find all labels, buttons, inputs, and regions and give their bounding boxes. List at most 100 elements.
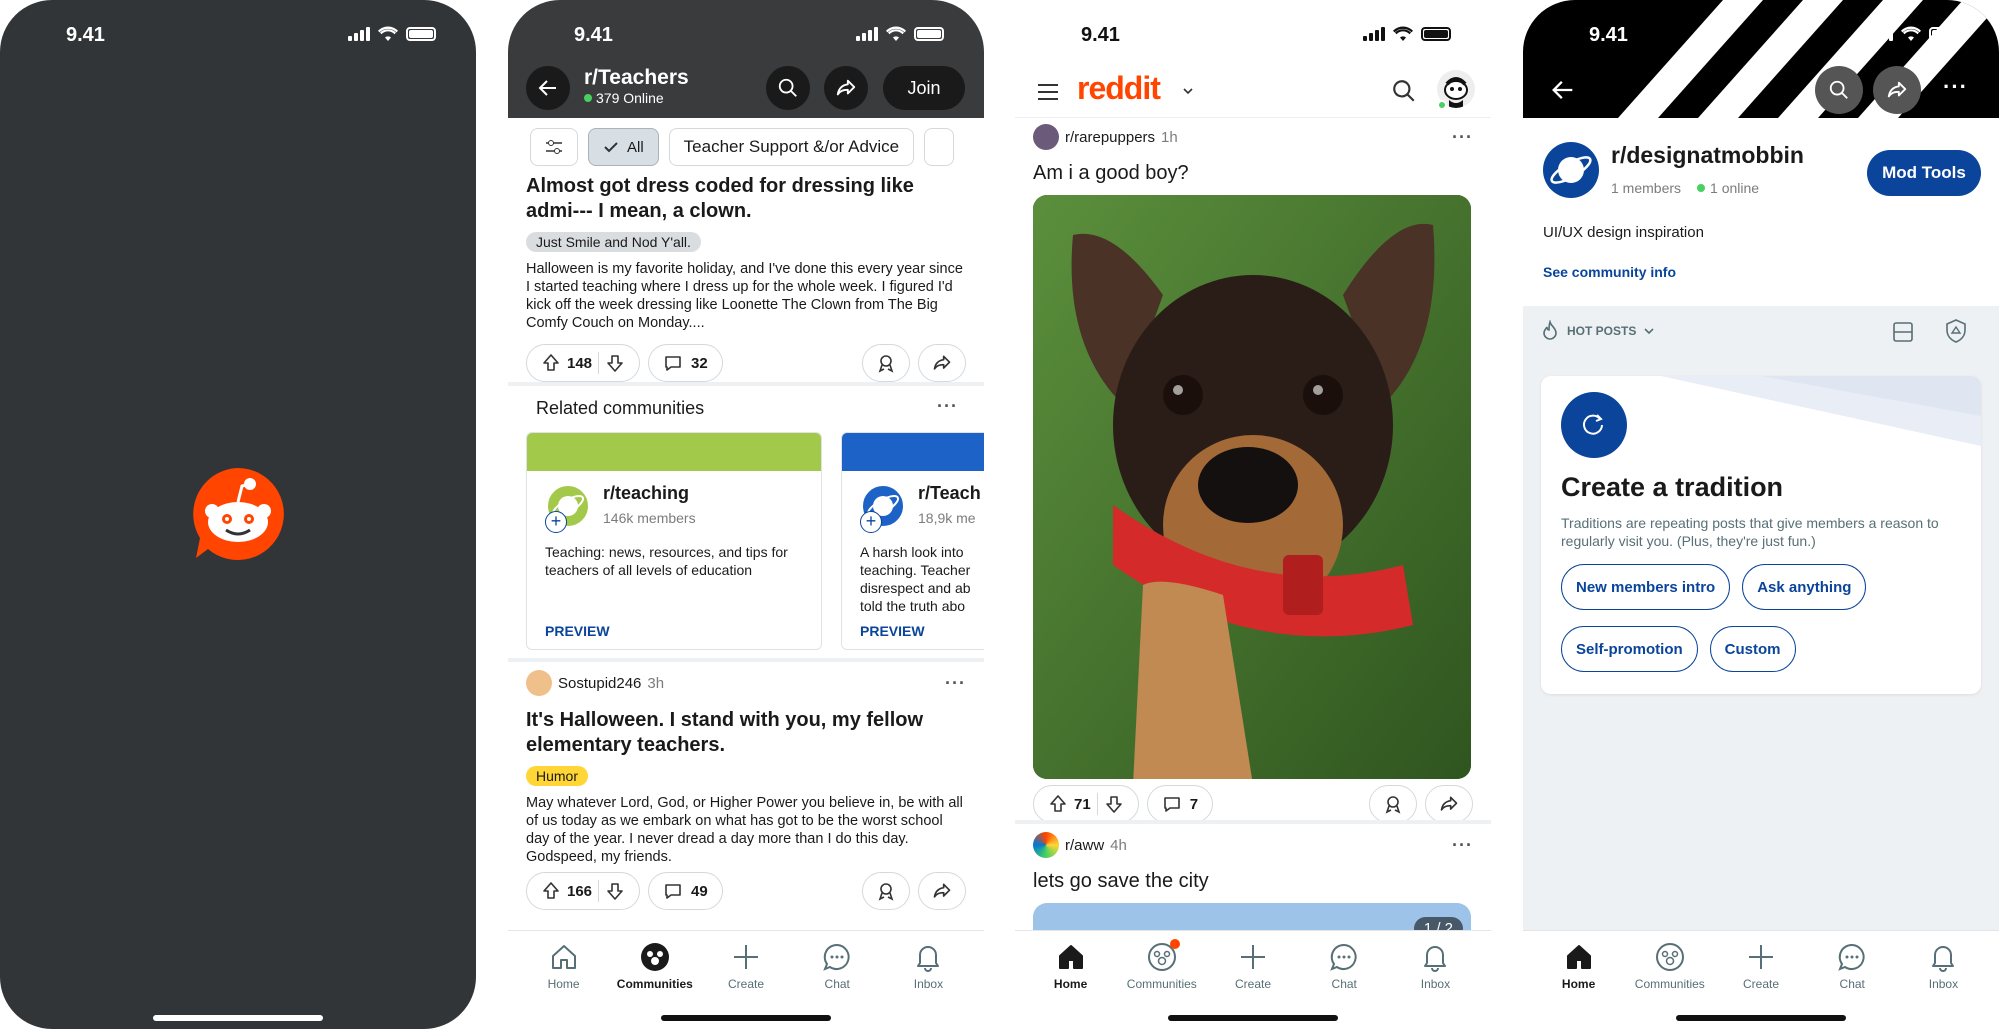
tab-inbox[interactable]: Inbox xyxy=(883,931,974,1029)
tab-label: Create xyxy=(1742,977,1780,991)
menu-icon[interactable] xyxy=(1035,80,1061,104)
plus-icon xyxy=(1241,945,1265,969)
tab-label: Inbox xyxy=(1928,977,1959,991)
post-flair: Just Smile and Nod Y'all. xyxy=(526,232,701,252)
plus-icon xyxy=(1749,945,1773,969)
battery-icon xyxy=(1421,27,1451,41)
signal-icon xyxy=(348,27,370,41)
community-name: r/Teach xyxy=(918,483,981,503)
new-members-intro-button[interactable]: New members intro xyxy=(1561,564,1731,610)
filter-flair-chip[interactable]: Teacher Support &/or Advice xyxy=(668,128,915,166)
comment-icon xyxy=(665,356,681,371)
preview-link[interactable]: PREVIEW xyxy=(860,623,925,639)
share-button[interactable] xyxy=(824,66,868,110)
arrow-left-icon xyxy=(538,80,556,96)
tab-inbox[interactable]: Inbox xyxy=(1390,931,1481,1029)
mod-shield-icon[interactable] xyxy=(1943,318,1969,344)
tab-home[interactable]: Home xyxy=(1533,931,1624,1029)
related-heading: Related communities xyxy=(536,398,705,418)
award-button[interactable] xyxy=(1369,785,1417,823)
refresh-badge xyxy=(1561,392,1627,458)
upvote-icon[interactable] xyxy=(541,881,561,901)
post-card[interactable]: r/rarepuppers 1h ··· Am i a good boy? 71… xyxy=(1033,124,1473,823)
share-icon xyxy=(836,79,856,96)
custom-button[interactable]: Custom xyxy=(1709,626,1796,672)
comment-icon xyxy=(665,884,681,899)
tab-home[interactable]: Home xyxy=(518,931,609,1029)
status-time: 9.41 xyxy=(574,24,613,46)
member-count: 1 members xyxy=(1611,180,1682,196)
filter-all-chip[interactable]: All xyxy=(588,128,659,166)
join-plus-icon[interactable]: + xyxy=(860,511,882,533)
join-button[interactable]: Join xyxy=(883,66,965,110)
share-button[interactable] xyxy=(1873,66,1921,114)
home-icon xyxy=(1058,945,1083,969)
signal-icon xyxy=(1871,27,1893,41)
reddit-wordmark[interactable]: reddit xyxy=(1077,70,1161,107)
sort-dropdown[interactable]: HOT POSTS xyxy=(1539,320,1656,342)
post-card[interactable]: Almost got dress coded for dressing like… xyxy=(526,174,966,382)
tab-label: Inbox xyxy=(1420,977,1451,991)
home-indicator xyxy=(1168,1015,1338,1021)
post-image[interactable] xyxy=(1033,195,1471,779)
more-options-icon[interactable]: ··· xyxy=(1452,835,1473,856)
search-button[interactable] xyxy=(1815,66,1863,114)
community-card[interactable]: + r/teaching 146k members Teaching: news… xyxy=(526,432,822,650)
more-options-icon[interactable]: ··· xyxy=(945,673,966,694)
preview-link[interactable]: PREVIEW xyxy=(545,623,610,639)
vote-group: 166 xyxy=(526,872,641,910)
downvote-icon[interactable] xyxy=(605,353,625,373)
self-promotion-button[interactable]: Self-promotion xyxy=(1561,626,1698,672)
back-button[interactable] xyxy=(526,66,570,110)
share-post-button[interactable] xyxy=(918,344,966,382)
tab-label: Chat xyxy=(1331,977,1357,991)
award-button[interactable] xyxy=(862,872,910,910)
search-icon[interactable] xyxy=(1391,78,1417,104)
share-post-button[interactable] xyxy=(918,872,966,910)
award-icon xyxy=(878,883,894,901)
filter-more-chip[interactable] xyxy=(924,128,955,166)
community-card[interactable]: + r/Teach 18,9k me A harsh look into tea… xyxy=(841,432,984,650)
layout-toggle-icon[interactable] xyxy=(1891,320,1915,344)
communities-icon xyxy=(640,943,669,971)
post-subreddit[interactable]: r/rarepuppers xyxy=(1065,129,1155,146)
more-options-icon[interactable]: ··· xyxy=(1943,74,1968,100)
comments-button[interactable]: 7 xyxy=(1146,785,1214,823)
tradition-body: Traditions are repeating posts that give… xyxy=(1561,515,1939,549)
mod-tools-button[interactable]: Mod Tools xyxy=(1867,150,1981,196)
downvote-icon[interactable] xyxy=(1104,794,1124,814)
chevron-down-icon[interactable] xyxy=(1181,84,1195,98)
refresh-icon xyxy=(1583,414,1603,435)
post-subreddit[interactable]: r/aww xyxy=(1065,837,1104,854)
more-options-icon[interactable]: ··· xyxy=(937,396,958,417)
upvote-icon[interactable] xyxy=(1048,794,1068,814)
share-post-button[interactable] xyxy=(1425,785,1473,823)
community-info-link[interactable]: See community info xyxy=(1543,264,1676,280)
tab-label: Chat xyxy=(824,977,850,991)
post-age: 1h xyxy=(1161,128,1178,146)
tab-inbox[interactable]: Inbox xyxy=(1898,931,1989,1029)
downvote-icon[interactable] xyxy=(605,881,625,901)
tab-label: Communities xyxy=(616,977,693,991)
sort-bar: HOT POSTS xyxy=(1523,306,1999,358)
ask-anything-button[interactable]: Ask anything xyxy=(1742,564,1867,610)
join-plus-icon[interactable]: + xyxy=(545,511,567,533)
post-author[interactable]: Sostupid246 xyxy=(558,675,641,692)
status-bar: 9.41 xyxy=(508,0,984,70)
reddit-snoo-logo xyxy=(193,468,284,560)
upvote-icon[interactable] xyxy=(541,353,561,373)
comments-button[interactable]: 49 xyxy=(648,872,723,910)
tradition-title: Create a tradition xyxy=(1561,472,1784,502)
online-count: 379 Online xyxy=(596,90,664,106)
tab-home[interactable]: Home xyxy=(1025,931,1116,1029)
search-button[interactable] xyxy=(766,66,810,110)
post-card[interactable]: Sostupid246 3h ··· It's Halloween. I sta… xyxy=(526,670,966,910)
avatar xyxy=(1033,124,1059,150)
back-button[interactable] xyxy=(1549,76,1577,104)
community-members: 18,9k me xyxy=(918,510,976,526)
community-screen-teachers: 9.41 r/Teachers 379 Online Join All Teac… xyxy=(508,0,984,1029)
comments-button[interactable]: 32 xyxy=(648,344,723,382)
award-button[interactable] xyxy=(862,344,910,382)
more-options-icon[interactable]: ··· xyxy=(1452,127,1473,148)
filter-settings-button[interactable] xyxy=(530,128,578,166)
